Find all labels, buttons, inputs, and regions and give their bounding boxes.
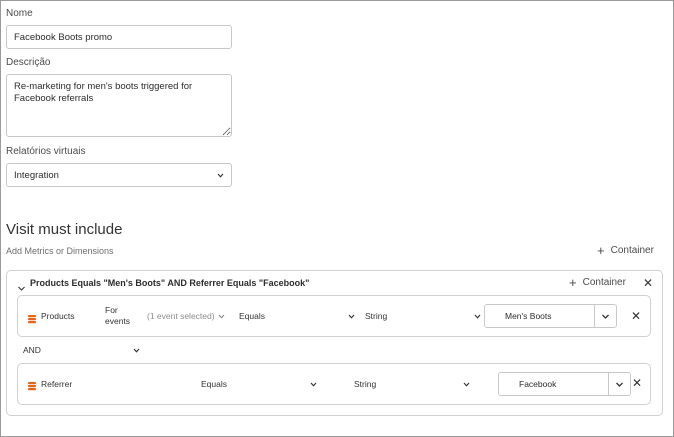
chevron-down-icon <box>348 314 355 319</box>
chevron-down-icon <box>218 314 224 319</box>
virtual-reports-select[interactable]: Integration <box>6 163 232 187</box>
chevron-down-icon <box>602 314 609 319</box>
container-add-button[interactable]: + Container <box>569 274 626 290</box>
events-selector[interactable]: (1 event selected) <box>147 311 225 321</box>
type-value: String <box>354 379 377 389</box>
container-add-label: Container <box>582 277 626 288</box>
logic-operator-value: AND <box>23 345 41 355</box>
chevron-down-icon <box>18 286 25 291</box>
value-dropdown-button[interactable] <box>594 305 616 327</box>
type-select[interactable]: String <box>354 379 470 389</box>
virtual-reports-value: Integration <box>14 169 59 181</box>
virtual-reports-label: Relatórios virtuais <box>6 146 86 157</box>
operator-value: Equals <box>239 311 265 321</box>
container-close-icon[interactable]: ✕ <box>643 277 653 289</box>
rule-remove-icon[interactable]: ✕ <box>631 310 641 322</box>
rule-dimension-label[interactable]: Referrer <box>41 379 72 389</box>
for-events-label: For events <box>105 305 131 326</box>
name-label: Nome <box>6 8 33 19</box>
description-label: Descrição <box>6 57 51 68</box>
events-selector-label: (1 event selected) <box>147 311 215 321</box>
logic-operator-select[interactable]: AND <box>23 345 140 355</box>
type-select[interactable]: String <box>365 311 481 321</box>
chevron-down-icon <box>310 382 317 387</box>
container-title: Products Equals "Men's Boots" AND Referr… <box>30 278 310 288</box>
plus-icon: + <box>569 274 577 290</box>
dimension-icon <box>27 311 37 329</box>
operator-value: Equals <box>201 379 227 389</box>
segment-subheading: Add Metrics or Dimensions <box>6 246 114 256</box>
description-textarea[interactable]: Re-marketing for men's boots triggered f… <box>6 74 232 137</box>
name-input[interactable]: Facebook Boots promo <box>6 25 232 49</box>
chevron-down-icon <box>133 348 140 353</box>
rule-remove-icon[interactable]: ✕ <box>632 377 642 389</box>
chevron-down-icon <box>474 314 481 319</box>
type-value: String <box>365 311 388 321</box>
value-combobox[interactable]: Facebook <box>498 372 631 396</box>
chevron-down-icon <box>616 382 623 387</box>
operator-select[interactable]: Equals <box>201 379 317 389</box>
value-text: Men's Boots <box>505 311 552 321</box>
value-combobox[interactable]: Men's Boots <box>484 304 617 328</box>
dimension-icon <box>27 378 37 396</box>
rule-dimension-label[interactable]: Products <box>41 311 75 321</box>
chevron-down-icon <box>217 172 224 179</box>
add-container-label: Container <box>610 245 654 256</box>
plus-icon: + <box>597 242 605 258</box>
operator-select[interactable]: Equals <box>239 311 355 321</box>
value-dropdown-button[interactable] <box>608 373 630 395</box>
chevron-down-icon <box>463 382 470 387</box>
segment-heading: Visit must include <box>6 221 123 238</box>
add-container-button[interactable]: + Container <box>597 242 654 258</box>
value-text: Facebook <box>519 379 557 389</box>
